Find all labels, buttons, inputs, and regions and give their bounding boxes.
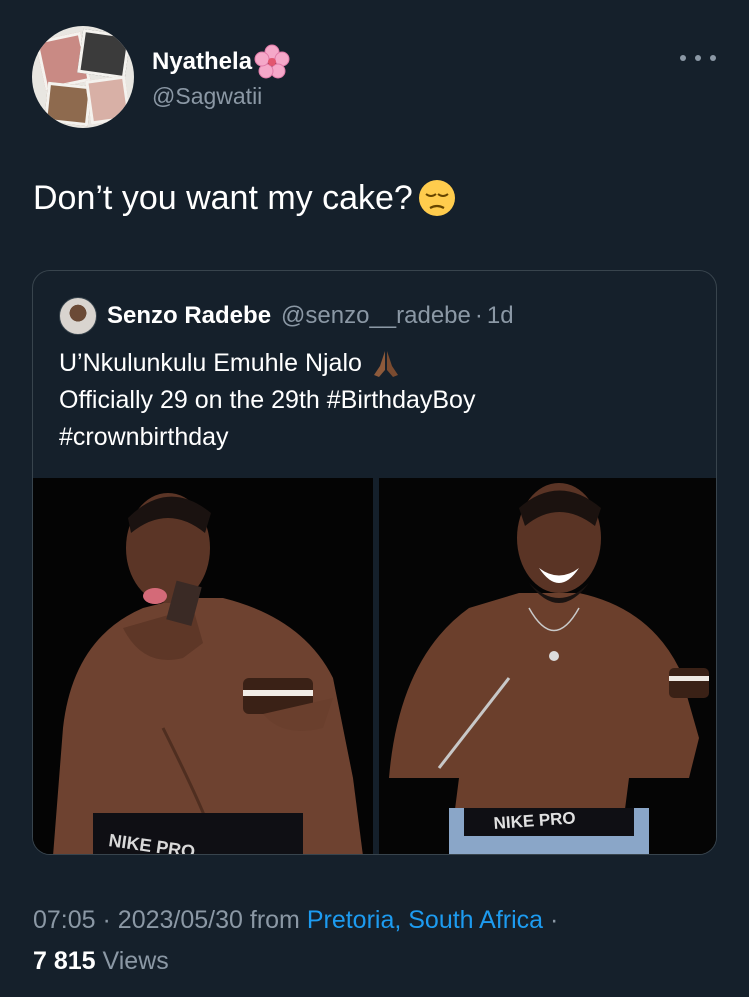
quoted-separator: · xyxy=(474,302,483,329)
quoted-avatar[interactable] xyxy=(59,297,97,335)
more-dot xyxy=(710,55,716,61)
tweet-text: Don’t you want my cake? xyxy=(33,176,457,220)
photo-man-with-knife: NIKE PRO xyxy=(379,478,716,854)
quoted-text: U’Nkulunkulu Emuhle Njalo Officially 29 … xyxy=(59,345,475,456)
meta-separator: · xyxy=(102,906,111,934)
quoted-line-1: U’Nkulunkulu Emuhle Njalo xyxy=(59,345,475,382)
tweet-text-content: Don’t you want my cake? xyxy=(33,179,413,217)
quoted-line-3: #crownbirthday xyxy=(59,423,229,451)
quoted-author-handle[interactable]: @senzo__radebe xyxy=(281,301,471,331)
quoted-media-image[interactable]: NIKE PRO xyxy=(33,478,373,854)
quoted-header: Senzo Radebe @senzo__radebe · 1d xyxy=(59,297,514,335)
author-avatar[interactable] xyxy=(32,26,134,128)
meta-trailing-separator: · xyxy=(550,906,559,934)
views-number: 7 815 xyxy=(33,947,96,975)
quoted-author-name[interactable]: Senzo Radebe xyxy=(107,301,271,331)
more-dot xyxy=(680,55,686,61)
tweet-metadata: 07:05 · 2023/05/30 from Pretoria, South … xyxy=(33,904,558,936)
quoted-tweet[interactable]: Senzo Radebe @senzo__radebe · 1d U’Nkulu… xyxy=(32,270,717,855)
avatar-photo xyxy=(85,75,131,125)
avatar-photo xyxy=(77,28,131,80)
tweet-time[interactable]: 07:05 xyxy=(33,906,96,934)
cherry-blossom-icon xyxy=(254,44,290,79)
tweet-location-link[interactable]: Pretoria, South Africa xyxy=(307,906,543,934)
views-count[interactable]: 7 815 Views xyxy=(33,945,169,977)
views-label: Views xyxy=(102,947,169,975)
folded-hands-icon xyxy=(373,350,398,377)
author-name-text: Nyathela xyxy=(152,48,253,75)
quoted-line-1-text: U’Nkulunkulu Emuhle Njalo xyxy=(59,349,362,377)
pensive-face-icon xyxy=(418,180,455,216)
author-handle[interactable]: @Sagwatii xyxy=(152,82,262,110)
author-display-name[interactable]: Nyathela xyxy=(152,44,290,80)
quoted-timestamp[interactable]: 1d xyxy=(487,301,514,331)
avatar-photo xyxy=(44,81,92,127)
tweet-date[interactable]: 2023/05/30 xyxy=(118,906,243,934)
photo-man-eating-cake: NIKE PRO xyxy=(33,478,373,854)
quoted-line-2: Officially 29 on the 29th #BirthdayBoy xyxy=(59,386,476,414)
more-dot xyxy=(695,55,701,61)
quoted-media-image[interactable]: NIKE PRO xyxy=(379,478,716,854)
more-options-icon[interactable] xyxy=(680,50,716,66)
meta-from: from xyxy=(249,906,300,934)
